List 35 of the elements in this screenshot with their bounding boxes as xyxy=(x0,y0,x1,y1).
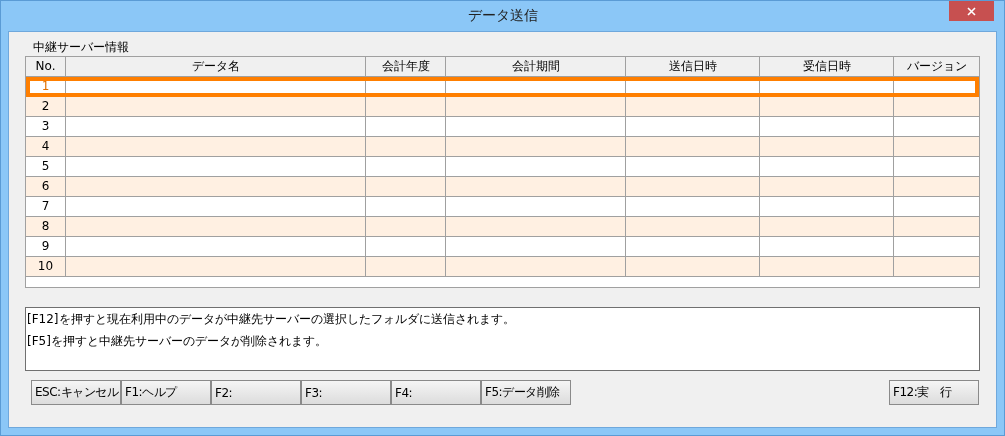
section-label: 中継サーバー情報 xyxy=(32,39,130,56)
function-key-button[interactable]: F5:データ削除 xyxy=(481,380,571,405)
row-number: 5 xyxy=(41,159,50,173)
row-number: 9 xyxy=(41,239,50,253)
row-number: 6 xyxy=(41,179,50,193)
window-title: データ送信 xyxy=(467,7,538,25)
column-header: バージョン xyxy=(905,58,968,75)
row-number: 4 xyxy=(41,139,50,153)
function-key-button[interactable]: F4: xyxy=(391,380,481,405)
close-icon xyxy=(967,6,976,16)
execute-button[interactable]: F12:実 行 xyxy=(889,380,979,405)
function-key-button[interactable]: ESC:キャンセル xyxy=(31,380,121,405)
column-header: データ名 xyxy=(66,57,366,76)
close-button[interactable] xyxy=(949,1,994,21)
row-number: 8 xyxy=(41,219,50,233)
column-header: 送信日時 xyxy=(626,57,760,76)
table-row[interactable]: 2 xyxy=(26,97,979,117)
function-key-button[interactable]: F1:ヘルプ xyxy=(121,380,211,405)
message-text: [F12]を押すと現在利用中のデータが中継先サーバーの選択したフォルダに送信されます。 xyxy=(27,311,516,328)
table-row[interactable]: 10 xyxy=(26,257,979,277)
column-header: 会計年度 xyxy=(366,57,446,76)
row-number: 7 xyxy=(41,199,50,213)
column-header: 会計期間 xyxy=(446,57,626,76)
row-number: 2 xyxy=(41,99,50,113)
function-key-button[interactable]: F3: xyxy=(301,380,391,405)
function-key-button[interactable]: F2: xyxy=(211,380,301,405)
row-number: 10 xyxy=(37,259,54,273)
table-row[interactable]: 6 xyxy=(26,177,979,197)
row-number: 1 xyxy=(41,79,50,93)
column-header: 受信日時 xyxy=(760,57,894,76)
table-row[interactable]: 8 xyxy=(26,217,979,237)
table-row[interactable]: 4 xyxy=(26,137,979,157)
row-number: 3 xyxy=(41,119,50,133)
message-text: [F5]を押すと中継先サーバーのデータが削除されます。 xyxy=(27,333,328,350)
column-header: No. xyxy=(26,57,66,76)
